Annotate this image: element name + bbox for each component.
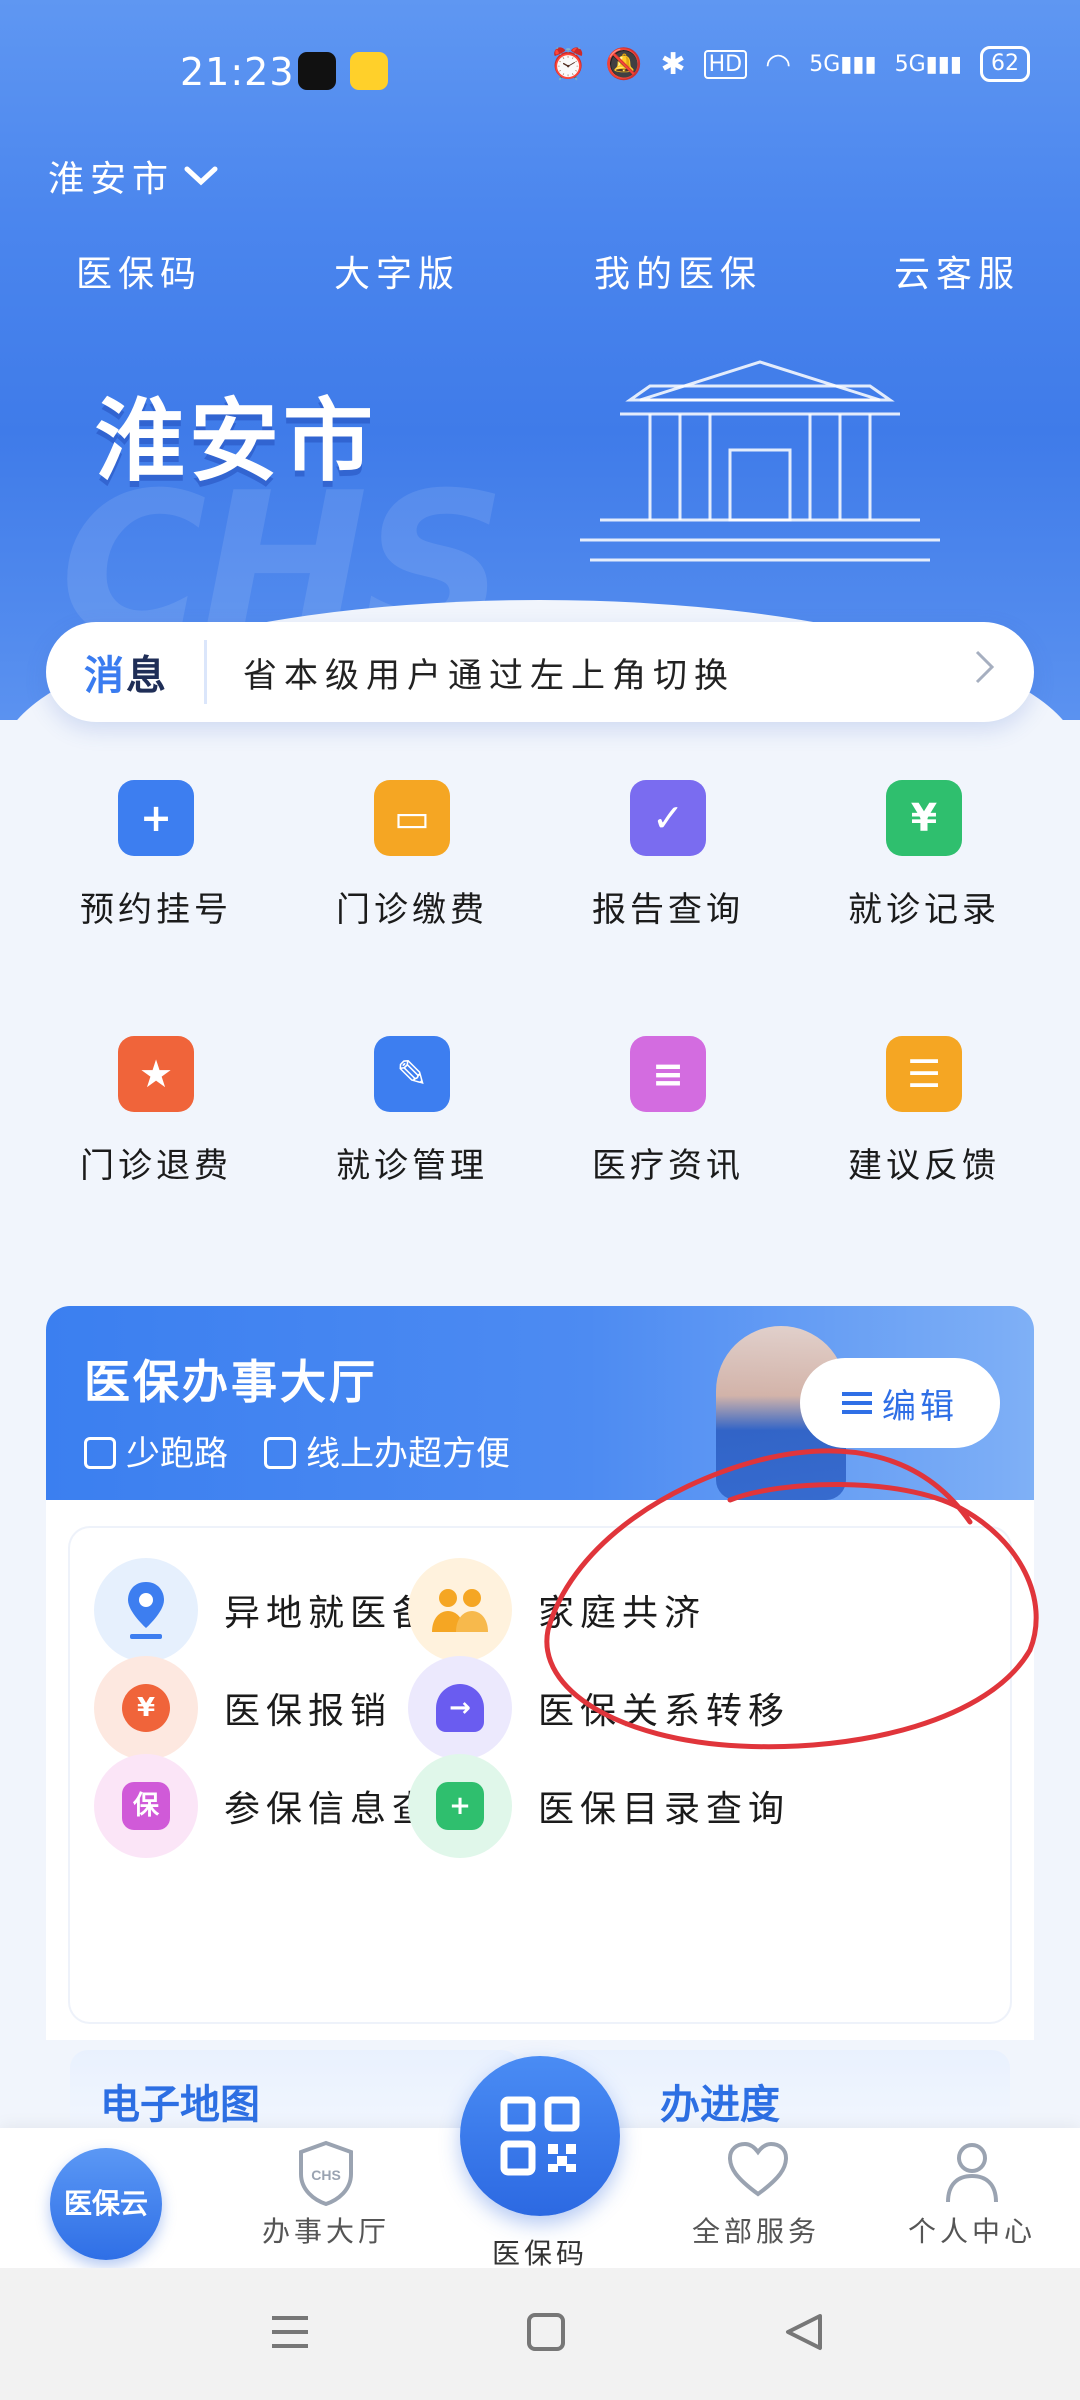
clipboard-icon: ☰ xyxy=(886,1036,962,1112)
grid-item-records[interactable]: ¥ 就诊记录 xyxy=(796,780,1052,930)
city-name: 淮安市 xyxy=(48,159,175,200)
tab-home-logo[interactable]: 医保云 xyxy=(50,2148,162,2260)
user-icon xyxy=(946,2143,998,2203)
thumbs-up-icon xyxy=(84,1437,116,1469)
calendar-plus-icon: + xyxy=(118,780,194,856)
battery-indicator: 62 xyxy=(980,46,1030,82)
shield-chs-icon: CHS xyxy=(299,2140,353,2206)
calendar-check-icon: ✓ xyxy=(630,780,706,856)
notice-bar[interactable]: 消息 省本级用户通过左上角切换 xyxy=(46,622,1034,722)
edit-icon: ✎ xyxy=(374,1036,450,1112)
grid-item-feedback[interactable]: ☰ 建议反馈 xyxy=(796,1036,1052,1186)
hall-sub-2: 线上办超方便 xyxy=(264,1426,510,1475)
top-nav-my-insurance[interactable]: 我的医保 xyxy=(594,245,762,297)
header-banner: CHS 21:23 ⏰ 🔕 ✱ HD ◠ 5G▮▮▮ 5G▮▮▮ 62 淮安市 … xyxy=(0,0,1080,720)
building-illustration xyxy=(580,360,940,562)
tab-hall[interactable]: CHS 办事大厅 xyxy=(236,2128,416,2268)
status-icons: ⏰ 🔕 ✱ HD ◠ 5G▮▮▮ 5G▮▮▮ 62 xyxy=(550,46,1030,82)
user-transfer-icon: → xyxy=(408,1656,512,1760)
bluetooth-icon: ✱ xyxy=(660,46,686,82)
family-icon xyxy=(408,1558,512,1662)
grid-item-report[interactable]: ✓ 报告查询 xyxy=(540,780,796,930)
service-reimbursement[interactable]: ¥ 医保报销 xyxy=(94,1656,392,1760)
tab-personal-center[interactable]: 个人中心 xyxy=(882,2128,1062,2268)
notice-divider xyxy=(204,640,207,704)
top-nav-code[interactable]: 医保码 xyxy=(76,245,202,297)
app-notification-icon xyxy=(350,52,388,90)
back-triangle-icon[interactable] xyxy=(784,2312,824,2352)
signal-icon-2: 5G▮▮▮ xyxy=(894,51,962,77)
banner-city-title: 淮安市 xyxy=(95,389,377,494)
hall-title: 医保办事大厅 xyxy=(84,1355,378,1409)
city-selector[interactable]: 淮安市 xyxy=(48,150,218,202)
signal-icon: 5G▮▮▮ xyxy=(809,51,877,77)
tiktok-notification-icon xyxy=(298,52,336,90)
top-nav-large-font[interactable]: 大字版 xyxy=(334,245,460,297)
insurance-search-icon: 保 xyxy=(94,1754,198,1858)
grid-item-payment[interactable]: ▭ 门诊缴费 xyxy=(284,780,540,930)
status-time: 21:23 xyxy=(180,50,295,94)
thumbs-up-icon xyxy=(264,1437,296,1469)
hall-subtitle: 少跑路 线上办超方便 xyxy=(84,1426,510,1475)
grid-item-news[interactable]: ≡ 医疗资讯 xyxy=(540,1036,796,1186)
grid-item-appointment[interactable]: + 预约挂号 xyxy=(28,780,284,930)
svg-text:CHS: CHS xyxy=(311,2167,341,2183)
qr-code-button[interactable] xyxy=(460,2056,620,2216)
home-square-icon[interactable] xyxy=(526,2312,566,2352)
hd-icon: HD xyxy=(703,49,748,79)
status-bar: 21:23 ⏰ 🔕 ✱ HD ◠ 5G▮▮▮ 5G▮▮▮ 62 xyxy=(0,0,1080,140)
red-circle-annotation xyxy=(544,1448,1039,1750)
mute-icon: 🔕 xyxy=(605,46,643,82)
location-pin-icon xyxy=(94,1558,198,1662)
grid-item-refund[interactable]: ★ 门诊退费 xyxy=(28,1036,284,1186)
hall-sub-1: 少跑路 xyxy=(84,1426,228,1475)
system-navigation-bar xyxy=(0,2268,1080,2400)
yen-refund-icon: ¥ xyxy=(94,1656,198,1760)
notice-text: 省本级用户通过左上角切换 xyxy=(243,655,735,696)
chevron-down-icon xyxy=(184,166,218,186)
top-nav: 医保码 大字版 我的医保 云客服 xyxy=(0,245,1080,305)
grid-item-visit-management[interactable]: ✎ 就诊管理 xyxy=(284,1036,540,1186)
heart-icon xyxy=(727,2141,789,2197)
wallet-icon: ▭ xyxy=(374,780,450,856)
top-nav-cloud-service[interactable]: 云客服 xyxy=(894,245,1020,297)
chevron-right-icon xyxy=(974,649,1034,695)
alarm-icon: ⏰ xyxy=(549,46,588,82)
tab-all-services[interactable]: 全部服务 xyxy=(666,2128,846,2268)
receipt-yen-icon: ¥ xyxy=(886,780,962,856)
news-tray-icon: ≡ xyxy=(630,1036,706,1112)
catalog-plus-icon: + xyxy=(408,1754,512,1858)
menu-icon[interactable] xyxy=(270,2314,310,2350)
wifi-icon: ◠ xyxy=(765,46,792,82)
refund-star-icon: ★ xyxy=(118,1036,194,1112)
qr-code-icon xyxy=(500,2096,580,2176)
qr-code-label: 医保码 xyxy=(491,2237,588,2270)
notice-tag: 消息 xyxy=(84,653,168,699)
